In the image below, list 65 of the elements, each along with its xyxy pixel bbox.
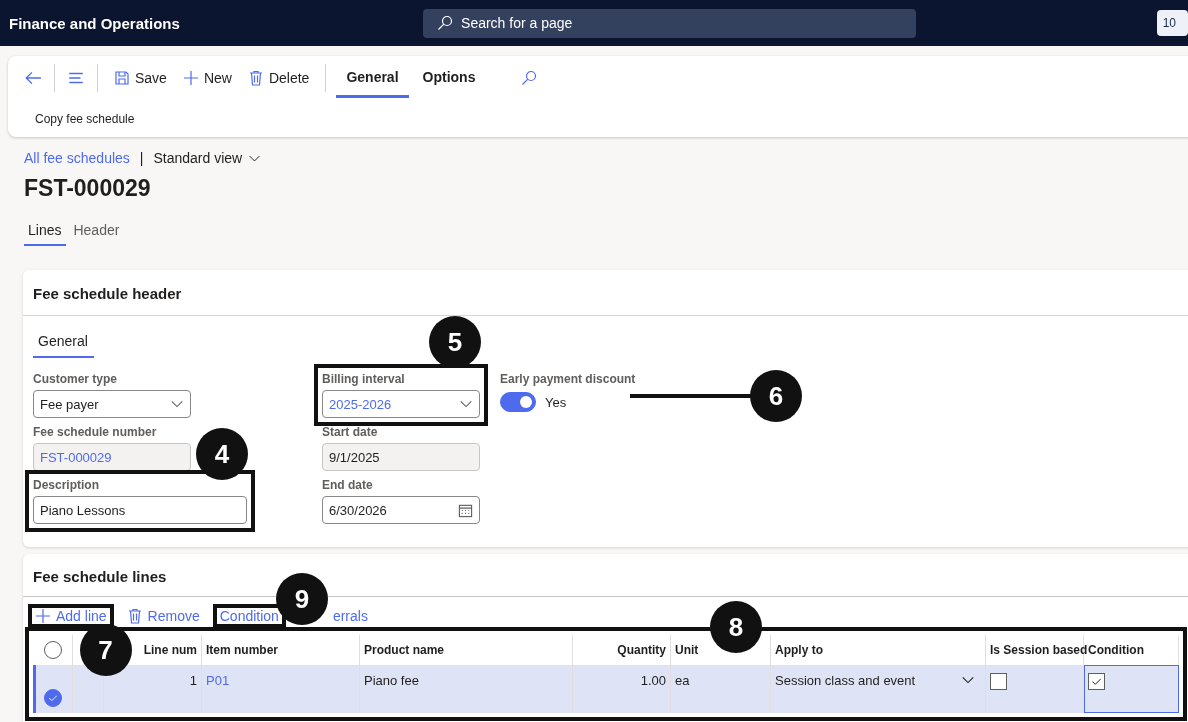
input-field[interactable]: Piano Lessons	[33, 496, 247, 524]
column-header[interactable]: Is Session based	[990, 643, 1088, 657]
field-label: Early payment discount	[500, 372, 636, 386]
plus-icon	[35, 608, 51, 624]
zoom-chip[interactable]: 10	[1156, 10, 1188, 36]
table-cell: Piano fee	[364, 673, 419, 688]
toolbar-button[interactable]: Save	[106, 66, 175, 90]
back-arrow-icon	[24, 69, 42, 87]
plus-icon	[182, 70, 199, 86]
search-icon	[437, 15, 454, 31]
toolbar-button[interactable]: Delete	[239, 66, 318, 90]
table-cell: 1.00	[640, 673, 666, 688]
check-icon	[46, 692, 59, 704]
toolbar-button[interactable]: New	[174, 66, 240, 90]
callout-number: 4	[196, 428, 248, 480]
record-title: FST-000029	[23, 174, 152, 202]
column-header[interactable]: Apply to	[775, 643, 823, 657]
toolbar-button[interactable]: Remove	[123, 605, 203, 627]
field-label: End date	[322, 478, 374, 492]
column-header[interactable]: Quantity	[617, 643, 666, 657]
command-button[interactable]: Copy fee schedule	[8, 98, 135, 126]
checkbox[interactable]	[990, 673, 1007, 690]
callout-number: 6	[750, 370, 802, 422]
column-header[interactable]: Item number	[206, 643, 278, 657]
toggle-switch[interactable]	[500, 392, 536, 412]
save-icon	[114, 70, 130, 86]
section-title: Fee schedule header	[23, 270, 1188, 316]
row-checkbox[interactable]	[43, 689, 62, 707]
app-title: Finance and Operations	[9, 14, 181, 32]
toolbar-button[interactable]: errals	[329, 605, 371, 627]
separator: |	[139, 150, 144, 166]
column-header[interactable]: Condition	[1088, 643, 1144, 657]
field-label: Start date	[322, 425, 379, 439]
input-field[interactable]: FST-000029	[33, 443, 191, 471]
page-tab[interactable]: Lines	[24, 218, 67, 246]
trash-icon	[247, 70, 264, 86]
ribbon-tab[interactable]: General	[336, 58, 409, 98]
trash-icon	[126, 608, 143, 624]
field-label: Description	[33, 478, 100, 492]
checkbox[interactable]	[1088, 673, 1105, 690]
column-header[interactable]: Line num	[143, 643, 197, 657]
item-link[interactable]: P01	[206, 673, 230, 688]
section-tab[interactable]: General	[33, 333, 94, 358]
search-field[interactable]: Search for a page	[423, 8, 916, 38]
dropdown-field[interactable]: Session class and event	[775, 673, 981, 688]
view-selector[interactable]: Standard view	[153, 150, 262, 166]
calendar-icon	[458, 502, 473, 518]
column-header[interactable]: Product name	[364, 643, 444, 657]
dropdown-field[interactable]: 2025-2026	[322, 390, 480, 418]
search-icon	[521, 70, 538, 86]
callout-number: 8	[710, 601, 762, 653]
input-field[interactable]: 9/1/2025	[322, 443, 480, 471]
grid-row[interactable]: 1 P01 Piano fee 1.00 ea Session class and event	[33, 665, 1179, 713]
ribbon-tab[interactable]: Options	[412, 58, 486, 98]
field-label: Customer type	[33, 372, 119, 386]
table-cell: ea	[675, 673, 690, 688]
dropdown-field[interactable]: Fee payer	[33, 390, 191, 418]
field-label: Fee schedule number	[33, 425, 158, 439]
table-cell: 1	[189, 673, 197, 688]
field-label: Billing interval	[322, 372, 406, 386]
input-field[interactable]: 6/30/2026	[322, 496, 480, 524]
breadcrumb-link[interactable]: All fee schedules	[24, 150, 130, 166]
column-header[interactable]: Unit	[675, 643, 699, 657]
toggle-label: Yes	[545, 394, 567, 410]
page-tab[interactable]: Header	[68, 218, 125, 246]
